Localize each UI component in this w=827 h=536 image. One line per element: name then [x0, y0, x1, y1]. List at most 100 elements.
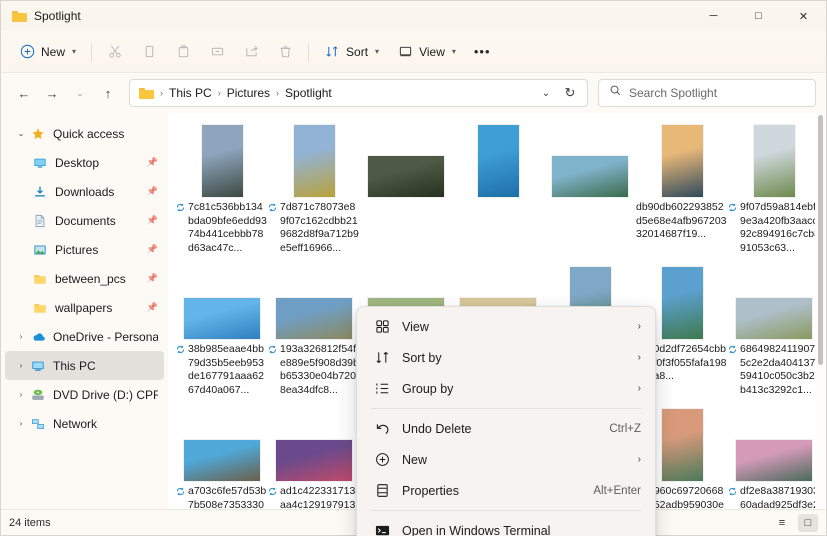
- cut-button[interactable]: [99, 37, 131, 67]
- sort-button[interactable]: Sort ▾: [316, 37, 387, 67]
- image-thumbnail: [294, 125, 335, 197]
- vertical-scrollbar[interactable]: [815, 113, 826, 509]
- sidebar-item-documents[interactable]: Documents📌: [5, 206, 164, 235]
- file-name-text: 9f07d59a814ebf9e3a420fb3aacc92c894916c7c…: [740, 201, 820, 255]
- context-menu-item-sort-by[interactable]: Sort by›: [361, 342, 651, 373]
- delete-button[interactable]: [269, 37, 301, 67]
- context-menu-item-group-by[interactable]: Group by›: [361, 373, 651, 404]
- sidebar-item-quick-access[interactable]: ⌄Quick access: [5, 119, 164, 148]
- image-thumbnail: [736, 440, 812, 481]
- chevron-down-icon: ▾: [72, 47, 76, 56]
- image-thumbnail: [276, 440, 352, 481]
- image-thumbnail: [662, 267, 703, 339]
- more-options-button[interactable]: •••: [466, 37, 499, 67]
- chevron-right-icon: ›: [638, 352, 641, 363]
- file-tile[interactable]: 38b985eaae4bb79d35b5eeb953de167791aaa626…: [176, 261, 268, 401]
- thumbnail-wrapper: [736, 407, 812, 481]
- thumbnail-view-toggle[interactable]: □: [798, 514, 818, 532]
- share-button[interactable]: [235, 37, 267, 67]
- file-tile[interactable]: 6864982411907 5c2e2da40413759410c050c3b2…: [728, 261, 820, 401]
- file-tile[interactable]: ad1c422331713aa4c12919791388b3c21a5bea32…: [268, 403, 360, 509]
- file-tile[interactable]: 9f07d59a814ebf9e3a420fb3aacc92c894916c7c…: [728, 119, 820, 259]
- pictures-icon: [31, 243, 49, 257]
- chevron-right-icon[interactable]: ›: [13, 332, 29, 341]
- pin-icon[interactable]: 📌: [147, 273, 158, 284]
- rename-button[interactable]: [201, 37, 233, 67]
- scrollbar-thumb[interactable]: [818, 115, 823, 365]
- file-tile[interactable]: 7c81c536bb134bda09bfe6edd9374b441cebbb78…: [176, 119, 268, 259]
- file-tile[interactable]: df2e8a3871930360adad925df3e25e36803ad135…: [728, 403, 820, 509]
- sidebar-item-onedrive-personal[interactable]: ›OneDrive - Personal: [5, 322, 164, 351]
- pin-icon[interactable]: 📌: [147, 157, 158, 168]
- up-button[interactable]: ↑: [95, 80, 121, 106]
- back-button[interactable]: ←: [11, 80, 37, 106]
- details-view-toggle[interactable]: ≡: [772, 514, 792, 532]
- forward-button[interactable]: →: [39, 80, 65, 106]
- sidebar-item-this-pc[interactable]: ›This PC: [5, 351, 164, 380]
- file-tile[interactable]: 193a326812f54fe889e5f908d39bb65330e04b72…: [268, 261, 360, 401]
- context-menu-item-label: View: [402, 320, 429, 334]
- breadcrumb-item-pictures[interactable]: Pictures: [223, 84, 274, 102]
- sidebar-item-network[interactable]: ›Network: [5, 409, 164, 438]
- copy-button[interactable]: [133, 37, 165, 67]
- sidebar-item-between-pcs[interactable]: between_pcs 📌: [5, 264, 164, 293]
- sidebar-item-dvd-drive-d-cpra-x64fi[interactable]: ›DVD Drive (D:) CPRA_X64FI: [5, 380, 164, 409]
- image-thumbnail: [754, 125, 795, 197]
- context-menu-item-view[interactable]: View›: [361, 311, 651, 342]
- context-menu-item-new[interactable]: New›: [361, 444, 651, 475]
- refresh-icon[interactable]: ↻: [559, 82, 581, 104]
- file-tile[interactable]: [360, 119, 452, 259]
- thumbnail-wrapper: [276, 407, 352, 481]
- file-tile[interactable]: 7d871c78073e89f07c162cdbb219682d8f9a712b…: [268, 119, 360, 259]
- chevron-right-icon: ›: [638, 454, 641, 465]
- chevron-down-icon[interactable]: ⌄: [535, 82, 557, 104]
- thumbnail-wrapper: [202, 123, 243, 197]
- paste-button[interactable]: [167, 37, 199, 67]
- pin-icon[interactable]: 📌: [147, 215, 158, 226]
- search-box[interactable]: [598, 79, 816, 107]
- address-bar-actions: ⌄ ↻: [535, 82, 581, 104]
- close-button[interactable]: ✕: [781, 1, 826, 31]
- view-button[interactable]: View ▾: [389, 37, 464, 67]
- context-menu-item-label: Properties: [402, 484, 459, 498]
- context-menu-item-undo-delete[interactable]: Undo DeleteCtrl+Z: [361, 413, 651, 444]
- chevron-down-icon: ▾: [375, 47, 379, 56]
- maximize-button[interactable]: □: [736, 1, 781, 31]
- search-input[interactable]: [629, 86, 799, 100]
- sidebar-item-pictures[interactable]: Pictures📌: [5, 235, 164, 264]
- chevron-right-icon[interactable]: ›: [13, 390, 29, 399]
- chevron-down-icon: ▾: [452, 47, 456, 56]
- new-button[interactable]: New ▾: [11, 37, 84, 67]
- pin-icon[interactable]: 📌: [147, 186, 158, 197]
- context-menu[interactable]: View›Sort by›Group by›Undo DeleteCtrl+ZN…: [356, 306, 656, 536]
- sidebar-item-label: between_pcs: [55, 272, 126, 286]
- file-tile[interactable]: db90db602293852d5e68e4afb96720332014687f…: [636, 119, 728, 259]
- sidebar-item-downloads[interactable]: Downloads📌: [5, 177, 164, 206]
- thumbnail-wrapper: [754, 123, 795, 197]
- file-tile[interactable]: [452, 119, 544, 259]
- file-name-label: 9f07d59a814ebf9e3a420fb3aacc92c894916c7c…: [728, 201, 820, 255]
- view-monitor-icon: [397, 44, 413, 60]
- file-name-text: a703c6fe57d53b7b508e73533309f523d5ecde7b…: [188, 485, 268, 509]
- pin-icon[interactable]: 📌: [147, 302, 158, 313]
- address-bar: ← → ⌄ ↑ › This PC › Pictures › Spotlight…: [1, 73, 826, 113]
- breadcrumb[interactable]: › This PC › Pictures › Spotlight ⌄ ↻: [129, 79, 588, 107]
- minimize-button[interactable]: ─: [691, 1, 736, 31]
- scissors-icon: [107, 44, 123, 60]
- sidebar-item-wallpapers[interactable]: wallpapers📌: [5, 293, 164, 322]
- breadcrumb-item-spotlight[interactable]: Spotlight: [281, 84, 336, 102]
- chevron-right-icon[interactable]: ›: [13, 361, 29, 370]
- network-icon: [29, 417, 47, 431]
- recent-locations-button[interactable]: ⌄: [67, 80, 93, 106]
- file-tile[interactable]: a703c6fe57d53b7b508e73533309f523d5ecde7b…: [176, 403, 268, 509]
- chevron-right-icon[interactable]: ›: [13, 419, 29, 428]
- sidebar-item-desktop[interactable]: Desktop📌: [5, 148, 164, 177]
- breadcrumb-item-this-pc[interactable]: This PC: [165, 84, 216, 102]
- pin-icon[interactable]: 📌: [147, 244, 158, 255]
- context-menu-item-properties[interactable]: PropertiesAlt+Enter: [361, 475, 651, 506]
- context-menu-item-open-in-windows-terminal[interactable]: Open in Windows Terminal: [361, 515, 651, 536]
- view-grid-icon: [373, 319, 391, 334]
- file-tile[interactable]: [544, 119, 636, 259]
- chevron-down-icon[interactable]: ⌄: [13, 129, 29, 138]
- window-title: Spotlight: [34, 9, 81, 23]
